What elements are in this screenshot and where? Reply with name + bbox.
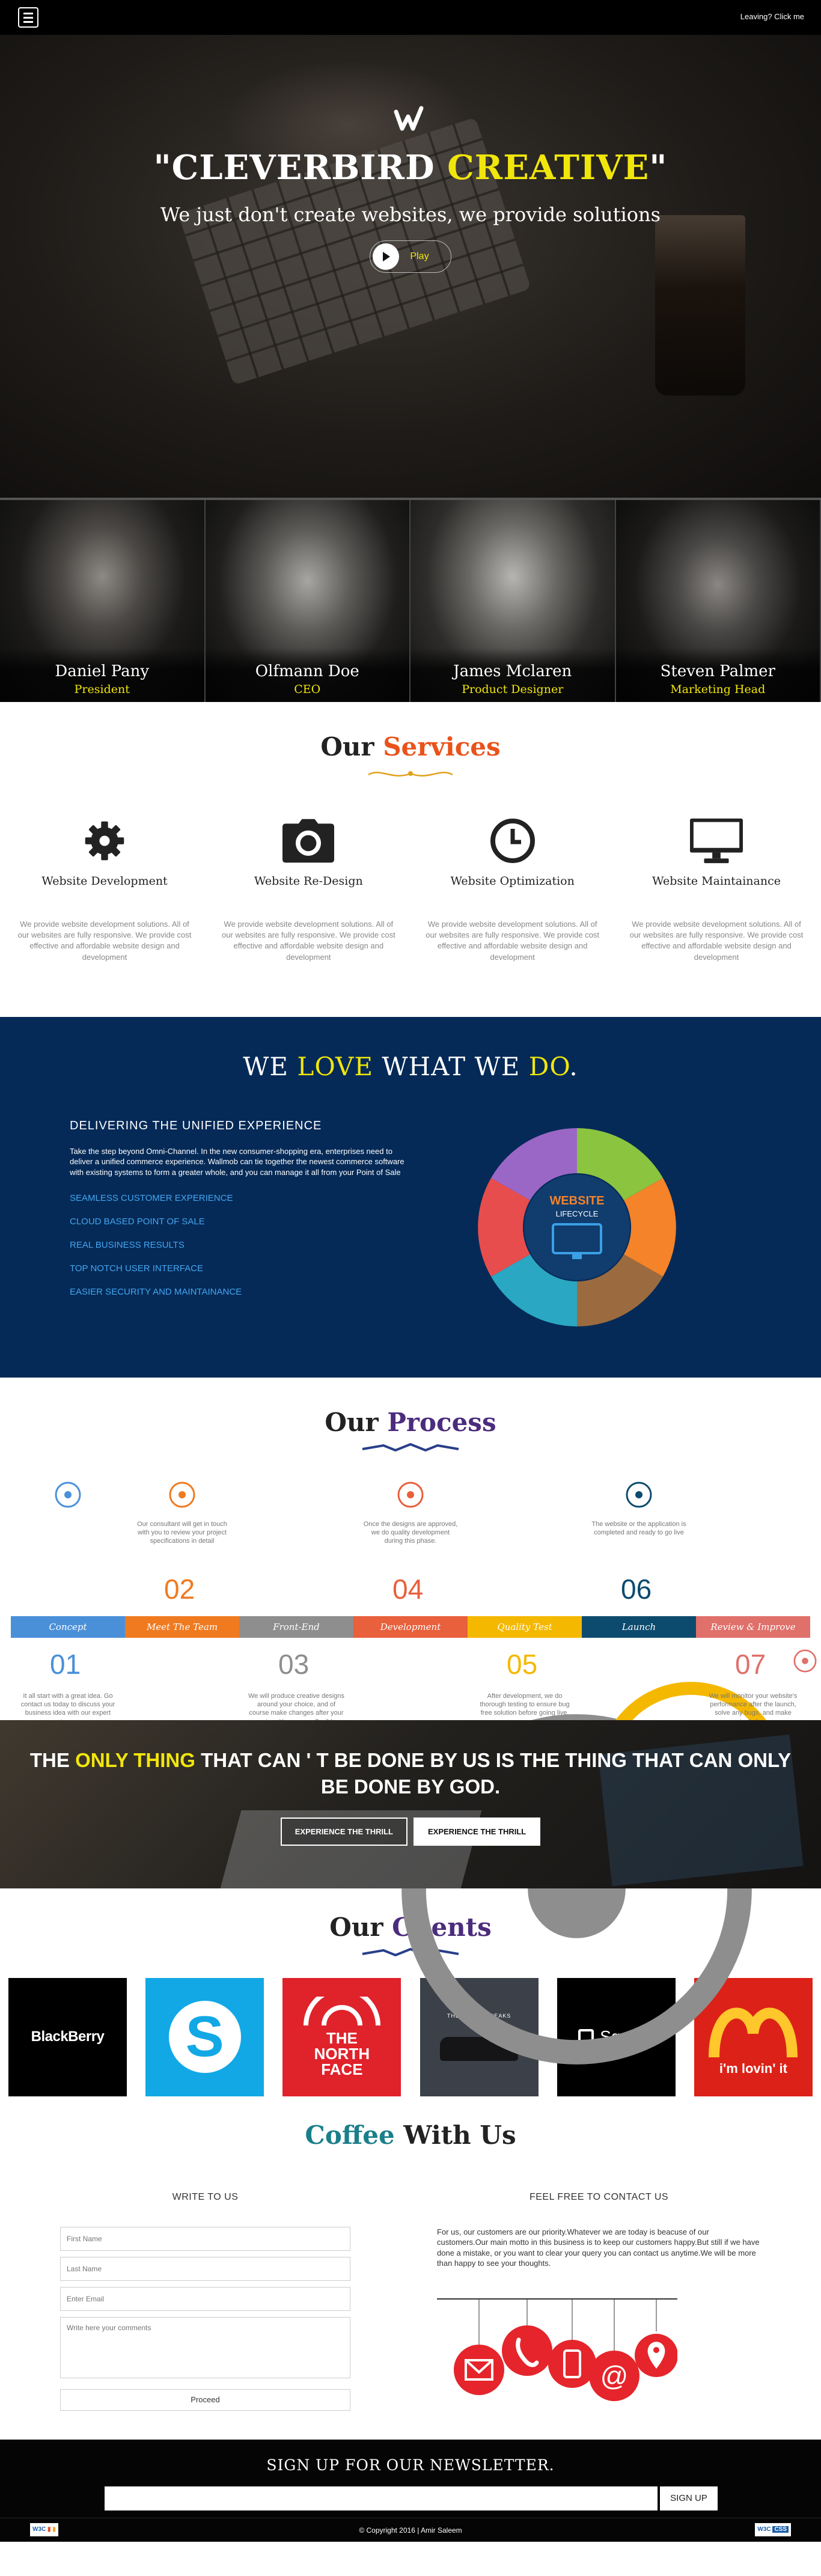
love-section: WE LOVE WHAT WE DO. DELIVERING THE UNIFI… (0, 1016, 821, 1378)
newsletter-heading: SIGN UP FOR OUR NEWSLETTER. (266, 2456, 555, 2474)
monitor-icon (689, 818, 743, 864)
love-list: SEAMLESS CUSTOMER EXPERIENCE CLOUD BASED… (70, 1193, 412, 1297)
phone-icon[interactable] (502, 2298, 552, 2376)
lifecycle-wheel: WEBSITE LIFECYCLE (478, 1128, 676, 1326)
love-text: Take the step beyond Omni-Channel. In th… (70, 1146, 404, 1177)
thrill-section: THE ONLY THING THAT CAN ' T BE DONE BY U… (0, 1720, 821, 1888)
process-step: Our consultant will get in touch with yo… (134, 1477, 230, 1546)
hero-title: "CLEVERBIRD CREATIVE" (153, 148, 668, 188)
css-badge[interactable]: W3C CSS (755, 2523, 791, 2536)
svg-text:LIFECYCLE: LIFECYCLE (556, 1209, 599, 1218)
process-timeline: Concept 01 It all start with a great idea.… (0, 1477, 821, 2065)
team-member[interactable]: Olfmann Doe CEO (205, 500, 410, 702)
gear-icon (85, 821, 124, 861)
service-card[interactable]: Website Development We provide website d… (14, 818, 195, 963)
team-section: Daniel Pany President Olfmann Doe CEO Jame… (0, 498, 821, 702)
email-field[interactable] (60, 2286, 350, 2311)
at-icon[interactable]: @ (589, 2298, 639, 2401)
svg-text:WEBSITE: WEBSITE (549, 1194, 604, 1207)
ornament-divider (368, 771, 453, 777)
list-item[interactable]: CLOUD BASED POINT OF SALE (70, 1216, 412, 1227)
logo-icon (394, 106, 424, 131)
team-member[interactable]: James Mclaren Product Designer (410, 500, 616, 702)
copyright-bar: W3C ▮ ▮ © Copyright 2016 | Amir Saleem W… (0, 2517, 821, 2542)
list-item[interactable]: TOP NOTCH USER INTERFACE (70, 1263, 412, 1274)
newsletter-email-input[interactable] (105, 2486, 658, 2510)
list-item[interactable]: REAL BUSINESS RESULTS (70, 1240, 412, 1250)
client-logo-blackberry[interactable]: BlackBerry (8, 1977, 127, 2096)
camera-icon (282, 819, 335, 863)
contact-text: For us, our customers are our priority.W… (437, 2227, 760, 2268)
clock-icon (490, 819, 535, 863)
mail-icon[interactable] (454, 2298, 504, 2395)
process-bar-segment[interactable]: Meet The Team (125, 1616, 239, 1638)
process-step-number: 04 (392, 1573, 424, 1605)
process-bar-segment[interactable]: Development (353, 1616, 468, 1638)
process-bar-segment[interactable]: Review & Improve (696, 1616, 810, 1638)
service-card[interactable]: Website Optimization We provide website … (423, 818, 603, 963)
process-section: Our Process Concept 01 It all start with a… (0, 1378, 821, 2065)
thrill-button-secondary[interactable]: EXPERIENCE THE THRILL (414, 1817, 541, 1846)
process-icon (626, 1482, 652, 1508)
service-card[interactable]: Website Re-Design We provide website dev… (218, 818, 398, 963)
process-bar-segment[interactable]: Concept (11, 1616, 125, 1638)
love-title: WE LOVE WHAT WE DO. (243, 1051, 578, 1081)
coffee-section: Coffee With Us WRITE TO US Proceed FEEL … (0, 2114, 821, 2440)
hamburger-icon[interactable] (18, 7, 38, 28)
comments-field[interactable] (60, 2316, 350, 2378)
client-logo-skype[interactable]: S (145, 1977, 264, 2096)
play-button[interactable]: Play (370, 240, 451, 273)
team-member[interactable]: Daniel Pany President (0, 500, 206, 702)
process-step-number: 01 (50, 1648, 81, 1680)
top-bar: Leaving? Click me (0, 0, 821, 35)
last-name-field[interactable] (60, 2256, 350, 2281)
thrill-button[interactable]: EXPERIENCE THE THRILL (280, 1817, 407, 1846)
process-step-top (20, 1477, 116, 1515)
process-step: The website or the application is comple… (591, 1477, 687, 1537)
process-step-number: 05 (507, 1648, 538, 1680)
play-icon (373, 243, 400, 270)
process-step-number: 02 (164, 1573, 195, 1605)
process-bar-segment[interactable]: Front-End (239, 1616, 353, 1638)
process-step: Once the designs are approved, we do qua… (362, 1477, 459, 1546)
write-heading: WRITE TO US (172, 2191, 239, 2202)
hero-subtitle: We just don't create websites, we provid… (160, 203, 661, 226)
process-title: Our Process (325, 1407, 496, 1437)
svg-text:@: @ (600, 2360, 629, 2391)
copyright-text: © Copyright 2016 | Amir Saleem (359, 2526, 462, 2535)
process-step-number: 07 (735, 1648, 766, 1680)
list-item[interactable]: EASIER SECURITY AND MAINTAINANCE (70, 1287, 412, 1297)
process-step: After development, we do thorough testin… (480, 1692, 570, 1717)
location-icon[interactable] (635, 2298, 678, 2377)
love-heading: DELIVERING THE UNIFIED EXPERIENCE (70, 1119, 322, 1132)
services-section: Our Services Website Development We prov… (0, 702, 821, 1017)
newsletter-section: SIGN UP FOR OUR NEWSLETTER. SIGN UP (0, 2439, 821, 2518)
w3c-badge[interactable]: W3C ▮ ▮ (30, 2523, 58, 2536)
services-title: Our Services (320, 732, 501, 762)
process-icon (169, 1482, 195, 1508)
service-card[interactable]: Website Maintainance We provide website … (626, 818, 807, 963)
proceed-button[interactable]: Proceed (60, 2388, 350, 2411)
signup-button[interactable]: SIGN UP (660, 2486, 718, 2510)
team-member[interactable]: Steven Palmer Marketing Head (615, 500, 821, 702)
leaving-link[interactable]: Leaving? Click me (740, 12, 804, 21)
list-item[interactable]: SEAMLESS CUSTOMER EXPERIENCE (70, 1193, 412, 1203)
contact-form: Proceed (60, 2226, 350, 2411)
process-icon (397, 1482, 424, 1508)
hero-section: "CLEVERBIRD CREATIVE" We just don't crea… (0, 35, 821, 498)
thrill-heading: THE ONLY THING THAT CAN ' T BE DONE BY U… (29, 1748, 792, 1798)
first-name-field[interactable] (60, 2226, 350, 2251)
contact-tags: @ (437, 2298, 678, 2401)
process-bar-segment[interactable]: Launch (582, 1616, 696, 1638)
contact-heading: FEEL FREE TO CONTACT US (529, 2191, 669, 2202)
process-step-number: 03 (278, 1648, 310, 1680)
process-bar-segment[interactable]: Quality Test (468, 1616, 582, 1638)
mobile-icon[interactable] (548, 2298, 596, 2388)
process-step-number: 06 (621, 1573, 652, 1605)
process-icon (55, 1482, 81, 1508)
process-icon (793, 1649, 817, 1673)
ornament-divider (362, 1442, 459, 1451)
